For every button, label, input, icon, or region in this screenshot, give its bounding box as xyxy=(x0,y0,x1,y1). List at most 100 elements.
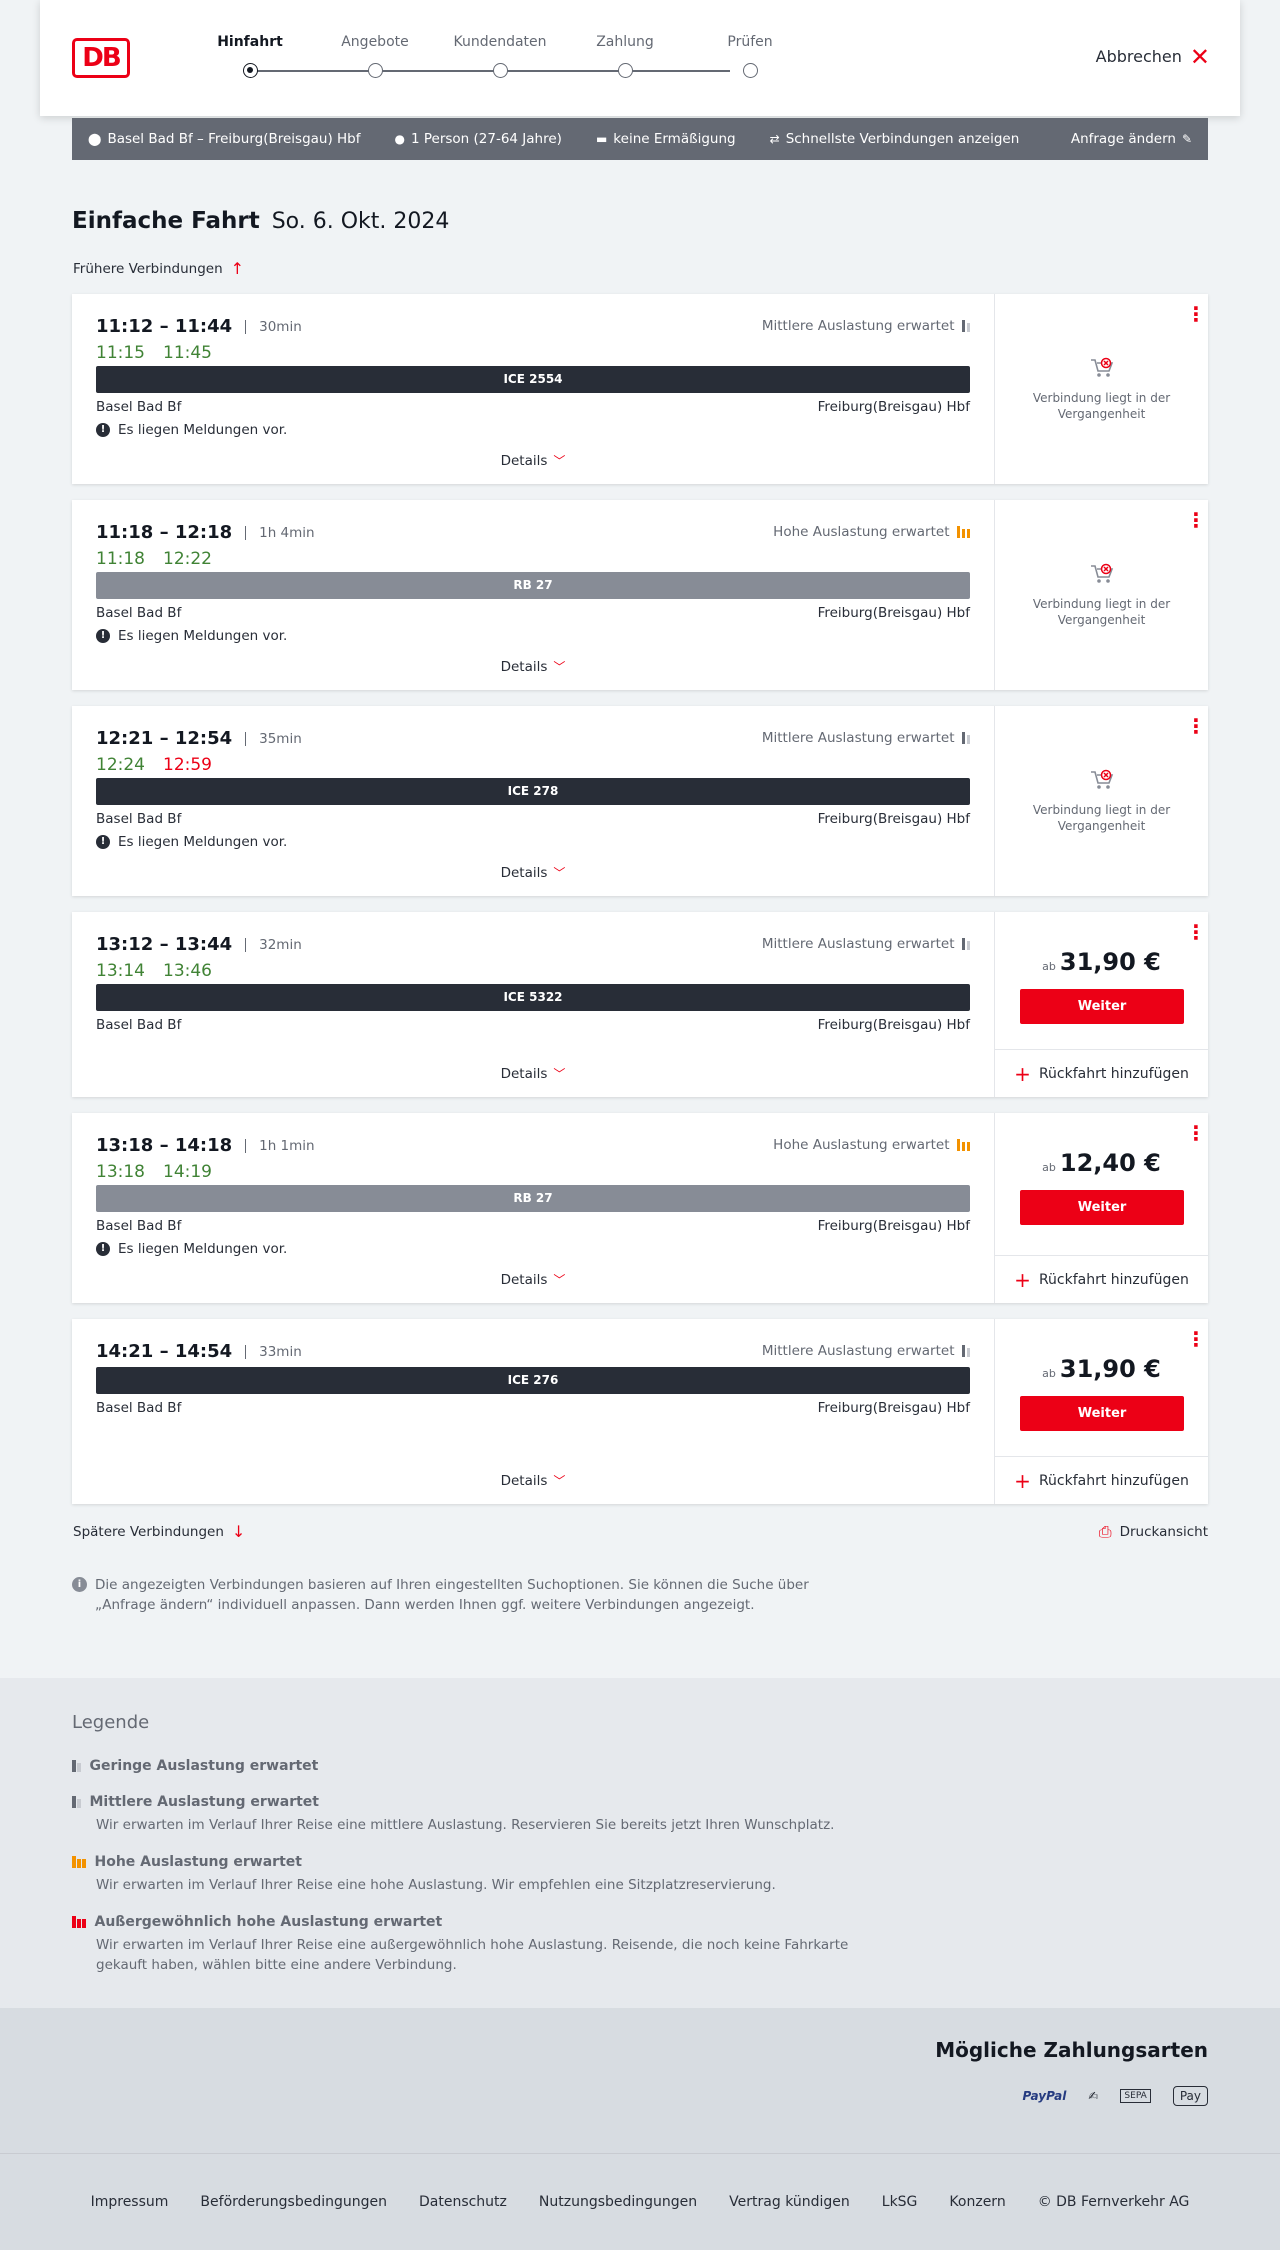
planned-times: 14:21 – 14:54 33min xyxy=(96,1341,302,1362)
footer-link-datenschutz[interactable]: Datenschutz xyxy=(419,2194,507,2210)
past-connection: Verbindung liegt in der Vergangenheit xyxy=(995,356,1208,422)
earlier-connections-link[interactable]: Frühere Verbindungen ↑ xyxy=(73,259,244,278)
cancel-button[interactable]: Abbrechen ✕ xyxy=(1095,45,1210,69)
details-toggle[interactable]: Details ﹀ xyxy=(72,452,994,469)
realtime-departure: 13:14 xyxy=(96,961,145,981)
separator xyxy=(245,525,247,540)
add-return-button[interactable]: + Rückfahrt hinzufügen xyxy=(995,1456,1208,1504)
add-return-button[interactable]: + Rückfahrt hinzufügen xyxy=(995,1255,1208,1303)
direct-debit-hand-icon: ✍ xyxy=(1088,2089,1099,2103)
step-dot xyxy=(493,63,508,78)
train-bar: ICE 278 xyxy=(96,778,970,805)
destination-station: Freiburg(Breisgau) Hbf xyxy=(817,605,970,621)
more-options-icon[interactable]: ⋮ xyxy=(1186,510,1206,530)
sepa-icon: SEPA xyxy=(1120,2089,1151,2103)
footer-link-impressum[interactable]: Impressum xyxy=(91,2194,169,2210)
continue-button[interactable]: Weiter xyxy=(1020,1190,1184,1225)
details-label: Details xyxy=(500,1066,548,1082)
load-medium-icon xyxy=(961,732,970,744)
footer-link-lksg[interactable]: LkSG xyxy=(882,2194,918,2210)
earlier-label: Frühere Verbindungen xyxy=(73,260,223,277)
arrow-down-icon: ↓ xyxy=(231,1522,246,1541)
footer-links: Impressum Beförderungsbedingungen Datens… xyxy=(0,2194,1280,2210)
footer-link-konzern[interactable]: Konzern xyxy=(949,2194,1005,2210)
booking-panel: ⋮ Verbindung liegt in der Vergangenheit xyxy=(994,294,1208,484)
header: DB Hinfahrt Angebote Kundendaten Zahlung… xyxy=(40,0,1240,116)
applepay-label: Pay xyxy=(1179,2089,1201,2103)
more-options-icon[interactable]: ⋮ xyxy=(1186,304,1206,324)
load-extreme-icon xyxy=(72,1916,86,1928)
footer-link-befoerderungsbedingungen[interactable]: Beförderungsbedingungen xyxy=(200,2194,387,2210)
more-options-icon[interactable]: ⋮ xyxy=(1186,1123,1206,1143)
destination-station: Freiburg(Breisgau) Hbf xyxy=(817,1400,970,1416)
past-connection: Verbindung liegt in der Vergangenheit xyxy=(995,562,1208,628)
more-options-icon[interactable]: ⋮ xyxy=(1186,922,1206,942)
more-options-icon[interactable]: ⋮ xyxy=(1186,1329,1206,1349)
footer-link-nutzungsbedingungen[interactable]: Nutzungsbedingungen xyxy=(539,2194,697,2210)
realtime-arrival: 14:19 xyxy=(163,1162,212,1182)
details-toggle[interactable]: Details ﹀ xyxy=(72,658,994,675)
details-toggle[interactable]: Details ﹀ xyxy=(72,1065,994,1082)
duration: 1h 1min xyxy=(259,1137,315,1154)
separator xyxy=(245,937,247,952)
add-return-label: Rückfahrt hinzufügen xyxy=(1038,1472,1189,1489)
continue-button[interactable]: Weiter xyxy=(1020,1396,1184,1431)
step-kundendaten: Kundendaten xyxy=(450,34,550,78)
load-text: Hohe Auslastung erwartet xyxy=(773,1137,950,1153)
pencil-icon: ✎ xyxy=(1181,132,1192,146)
progress-steps: Hinfahrt Angebote Kundendaten Zahlung Pr… xyxy=(210,34,773,84)
legend-item-extreme: Außergewöhnlich hohe Auslastung erwartet… xyxy=(72,1914,876,1975)
destination-station: Freiburg(Breisgau) Hbf xyxy=(817,399,970,415)
notice-text: Es liegen Meldungen vor. xyxy=(118,628,288,644)
query-bar: ⬤ Basel Bad Bf – Freiburg(Breisgau) Hbf ●… xyxy=(72,118,1208,160)
load-text: Mittlere Auslastung erwartet xyxy=(761,730,955,746)
print-view-link[interactable]: ⎙ Druckansicht xyxy=(1099,1522,1208,1542)
connection-info: 11:18 – 12:18 1h 4min 11:18 12:22 Hohe Aus… xyxy=(72,500,994,690)
cancel-label: Abbrechen xyxy=(1095,47,1182,66)
payment-icons: PayPal ✍ SEPA Pay xyxy=(1023,2086,1208,2106)
connection-card: 12:21 – 12:54 35min 12:24 12:59 Mittlere A… xyxy=(72,706,1208,896)
more-options-icon[interactable]: ⋮ xyxy=(1186,716,1206,736)
legend-title: Legende xyxy=(72,1712,150,1733)
step-label: Prüfen xyxy=(727,34,773,50)
connection-info: 12:21 – 12:54 35min 12:24 12:59 Mittlere A… xyxy=(72,706,994,896)
details-toggle[interactable]: Details ﹀ xyxy=(72,864,994,881)
continue-button[interactable]: Weiter xyxy=(1020,989,1184,1024)
notice: ! Es liegen Meldungen vor. xyxy=(96,422,287,438)
details-toggle[interactable]: Details ﹀ xyxy=(72,1271,994,1288)
realtime-arrival: 11:45 xyxy=(163,343,212,363)
past-text: Verbindung liegt in der Vergangenheit xyxy=(1032,597,1171,627)
realtime-arrival: 13:46 xyxy=(163,961,212,981)
load-indicator: Mittlere Auslastung erwartet xyxy=(762,318,970,334)
later-connections-link[interactable]: Spätere Verbindungen ↓ xyxy=(73,1522,245,1541)
warning-icon: ! xyxy=(96,1242,110,1256)
add-return-label: Rückfahrt hinzufügen xyxy=(1038,1271,1189,1288)
persons-text: 1 Person (27-64 Jahre) xyxy=(410,131,562,147)
load-high-icon xyxy=(956,526,970,538)
planned-time: 14:21 – 14:54 xyxy=(96,1341,233,1362)
connection-info: 13:18 – 14:18 1h 1min 13:18 14:19 Hohe Aus… xyxy=(72,1113,994,1303)
connection-card: 13:12 – 13:44 32min 13:14 13:46 Mittlere A… xyxy=(72,912,1208,1097)
legend-item-low: Geringe Auslastung erwartet xyxy=(72,1758,318,1774)
step-label: Angebote xyxy=(341,34,409,50)
booking-panel: ⋮ Verbindung liegt in der Vergangenheit xyxy=(994,500,1208,690)
load-high-icon xyxy=(72,1856,86,1868)
footer-copyright: © DB Fernverkehr AG xyxy=(1037,2194,1190,2210)
discount-text: keine Ermäßigung xyxy=(613,131,736,147)
warning-icon: ! xyxy=(96,835,110,849)
db-logo[interactable]: DB xyxy=(72,38,130,78)
add-return-button[interactable]: + Rückfahrt hinzufügen xyxy=(995,1049,1208,1097)
change-request-button[interactable]: Anfrage ändern ✎ xyxy=(1071,131,1192,147)
legend-item-high: Hohe Auslastung erwartet Wir erwarten im… xyxy=(72,1854,876,1895)
load-medium-icon xyxy=(961,320,970,332)
train-bar: RB 27 xyxy=(96,572,970,599)
connection-card: 14:21 – 14:54 33min Mittlere Auslastung e… xyxy=(72,1319,1208,1504)
duration: 32min xyxy=(259,936,302,953)
realtime-times: 11:15 11:45 xyxy=(96,343,230,363)
notice-text: Es liegen Meldungen vor. xyxy=(118,834,288,850)
footer-link-vertrag-kuendigen[interactable]: Vertrag kündigen xyxy=(729,2194,850,2210)
warning-icon: ! xyxy=(96,423,110,437)
details-label: Details xyxy=(500,1473,548,1489)
route-text: Basel Bad Bf – Freiburg(Breisgau) Hbf xyxy=(107,131,361,147)
details-toggle[interactable]: Details ﹀ xyxy=(72,1472,994,1489)
